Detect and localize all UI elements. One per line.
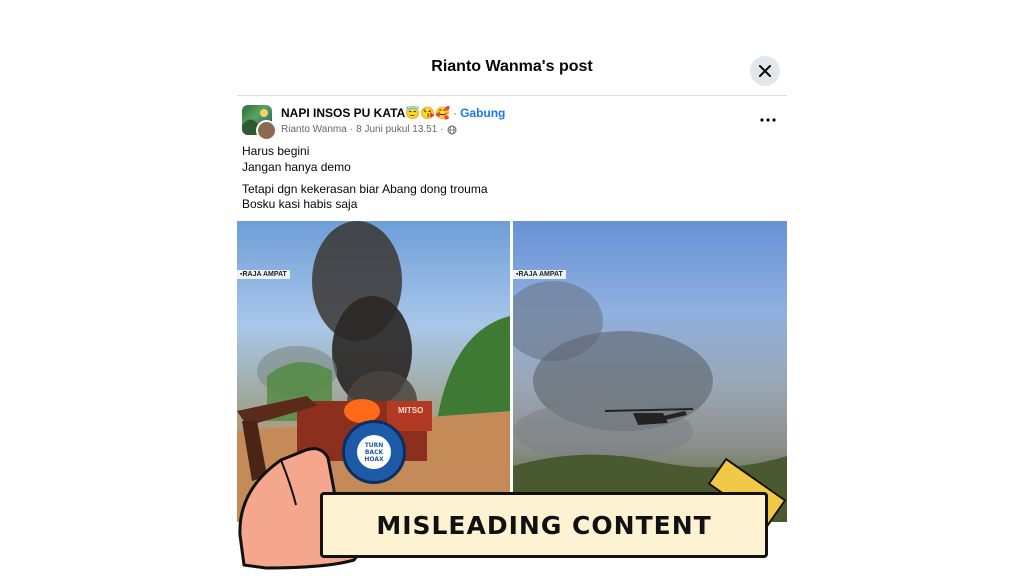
- post-text-line: Tetapi dgn kekerasan biar Abang dong tro…: [242, 182, 488, 196]
- post-options-button[interactable]: [755, 110, 781, 130]
- author-link[interactable]: Rianto Wanma: [281, 124, 347, 135]
- post-text-line: Bosku kasi habis saja: [242, 197, 358, 211]
- misleading-content-banner: MISLEADING CONTENT: [320, 492, 768, 558]
- post-timestamp[interactable]: 8 Juni pukul 13.51: [356, 124, 437, 135]
- close-icon: [759, 65, 771, 77]
- close-button[interactable]: [750, 56, 780, 86]
- machine-label: MITSO: [398, 406, 424, 415]
- author-avatar[interactable]: [256, 120, 277, 141]
- group-name-link[interactable]: NAPI INSOS PU KATA😇😘🥰: [281, 106, 450, 120]
- post-text-line: Harus begini: [242, 144, 310, 158]
- globe-icon: [447, 125, 457, 134]
- header-divider: [237, 95, 787, 96]
- join-group-link[interactable]: Gabung: [460, 106, 505, 120]
- post-group-line: NAPI INSOS PU KATA😇😘🥰 · Gabung: [281, 106, 506, 120]
- location-tag: ▪RAJA AMPAT: [513, 270, 566, 279]
- location-tag: ▪RAJA AMPAT: [237, 270, 290, 279]
- modal-header-title: Rianto Wanma's post: [431, 58, 593, 75]
- more-horizontal-icon: [760, 118, 776, 122]
- turnbackhoax-badge: TURN BACK HOAX: [342, 420, 406, 484]
- post-text-line: Jangan hanya demo: [242, 160, 351, 174]
- post-meta: Rianto Wanma · 8 Juni pukul 13.51 ·: [281, 124, 457, 135]
- badge-text: TURN BACK HOAX: [357, 435, 391, 469]
